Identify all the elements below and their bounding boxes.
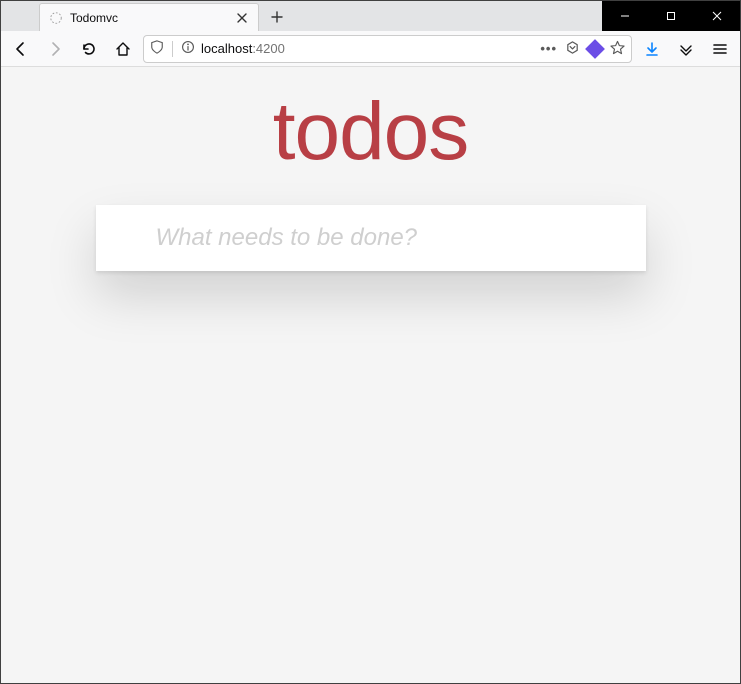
browser-toolbar: localhost:4200 ••• (1, 31, 740, 67)
url-text: localhost:4200 (201, 41, 534, 56)
shield-icon (150, 40, 164, 57)
site-identity[interactable] (150, 40, 195, 57)
window-close-button[interactable] (694, 1, 740, 31)
page-actions: ••• (540, 40, 625, 58)
url-port: :4200 (252, 41, 285, 56)
window-maximize-button[interactable] (648, 1, 694, 31)
overflow-button[interactable] (672, 35, 700, 63)
todo-app: todos (96, 67, 646, 271)
app-title: todos (96, 85, 646, 179)
page-viewport: todos (1, 67, 740, 683)
page-actions-more-icon[interactable]: ••• (540, 41, 557, 56)
new-tab-button[interactable] (263, 3, 291, 31)
identity-separator (172, 41, 173, 57)
window-titlebar: Todomvc (1, 1, 740, 31)
extension-icon[interactable] (585, 39, 605, 59)
new-todo-container (96, 205, 646, 271)
info-icon (181, 40, 195, 57)
nav-reload-button[interactable] (75, 35, 103, 63)
tab-title: Todomvc (70, 11, 228, 25)
nav-back-button[interactable] (7, 35, 35, 63)
window-minimize-button[interactable] (602, 1, 648, 31)
url-host: localhost (201, 41, 252, 56)
browser-tab-active[interactable]: Todomvc (39, 3, 259, 31)
new-todo-input[interactable] (96, 205, 646, 271)
nav-home-button[interactable] (109, 35, 137, 63)
tab-close-button[interactable] (234, 10, 250, 26)
app-menu-button[interactable] (706, 35, 734, 63)
window-controls (602, 1, 740, 31)
reader-pocket-icon[interactable] (565, 40, 580, 58)
bookmark-star-icon[interactable] (610, 40, 625, 58)
tab-favicon-icon (48, 10, 64, 26)
tab-strip: Todomvc (1, 1, 602, 31)
nav-forward-button[interactable] (41, 35, 69, 63)
downloads-button[interactable] (638, 35, 666, 63)
url-bar[interactable]: localhost:4200 ••• (143, 35, 632, 63)
